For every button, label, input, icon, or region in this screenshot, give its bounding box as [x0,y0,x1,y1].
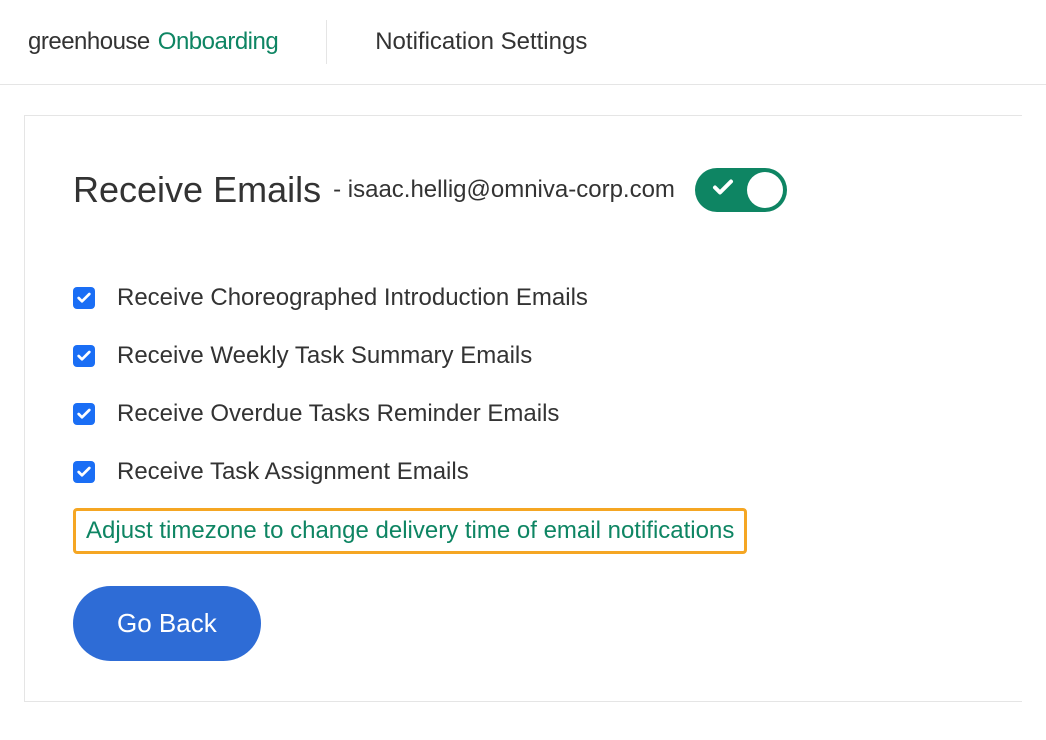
checkbox-label: Receive Overdue Tasks Reminder Emails [117,400,559,428]
email-prefix: - [333,176,348,203]
checkbox-label: Receive Weekly Task Summary Emails [117,342,532,370]
receive-emails-toggle[interactable] [695,168,787,212]
checkbox-row: Receive Choreographed Introduction Email… [73,284,974,312]
logo-main: greenhouse [28,28,150,56]
receive-emails-header: Receive Emails - isaac.hellig@omniva-cor… [73,168,974,212]
settings-panel: Receive Emails - isaac.hellig@omniva-cor… [24,115,1022,702]
checkbox-task-assignment[interactable] [73,461,95,483]
logo: greenhouse Onboarding [28,28,278,56]
checkbox-weekly-task-summary[interactable] [73,345,95,367]
checkbox-row: Receive Task Assignment Emails [73,458,974,486]
header-divider [326,20,327,64]
page-title: Notification Settings [375,28,587,56]
checkbox-label: Receive Task Assignment Emails [117,458,469,486]
go-back-button[interactable]: Go Back [73,586,261,661]
header-bar: greenhouse Onboarding Notification Setti… [0,0,1046,85]
checkbox-list: Receive Choreographed Introduction Email… [73,284,974,486]
checkbox-row: Receive Weekly Task Summary Emails [73,342,974,370]
checkmark-icon [76,348,92,364]
checkmark-icon [711,176,735,205]
checkmark-icon [76,464,92,480]
email-value: isaac.hellig@omniva-corp.com [348,176,675,203]
receive-emails-title: Receive Emails [73,169,321,211]
checkmark-icon [76,406,92,422]
checkbox-choreographed-intro[interactable] [73,287,95,309]
timezone-link-highlight: Adjust timezone to change delivery time … [73,508,747,554]
checkbox-label: Receive Choreographed Introduction Email… [117,284,588,312]
toggle-knob [747,172,783,208]
checkbox-row: Receive Overdue Tasks Reminder Emails [73,400,974,428]
logo-sub: Onboarding [158,28,278,56]
checkmark-icon [76,290,92,306]
receive-emails-address: - isaac.hellig@omniva-corp.com [333,176,675,204]
adjust-timezone-link[interactable]: Adjust timezone to change delivery time … [86,517,734,544]
checkbox-overdue-tasks-reminder[interactable] [73,403,95,425]
